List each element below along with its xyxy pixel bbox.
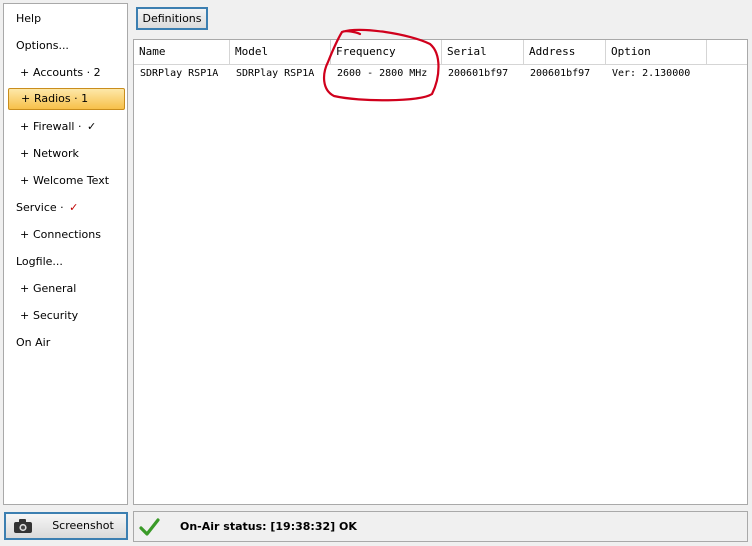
table-header: Name Model Frequency Serial Address Opti… <box>134 40 747 65</box>
sidebar-nav: Help Options... + Accounts · 2 + Radios · … <box>3 3 128 505</box>
column-header-option[interactable]: Option <box>606 40 707 64</box>
sidebar-item-label: Service · <box>16 201 68 214</box>
table-row[interactable]: SDRPlay RSP1A SDRPlay RSP1A 2600 - 2800 … <box>134 65 747 83</box>
sidebar-item-security[interactable]: + Security <box>8 305 125 327</box>
expand-plus-icon: + <box>21 92 31 105</box>
screenshot-button[interactable]: Screenshot <box>4 512 128 540</box>
sidebar-item-label: Welcome Text <box>33 174 110 187</box>
sidebar-item-options[interactable]: Options... <box>8 35 125 57</box>
sidebar-item-firewall[interactable]: + Firewall · ✓ <box>8 116 125 138</box>
cell-address: 200601bf97 <box>530 68 591 79</box>
screenshot-button-label: Screenshot <box>52 519 114 532</box>
expand-plus-icon: + <box>20 228 30 241</box>
sidebar-item-label: Logfile... <box>16 255 63 268</box>
column-header-serial[interactable]: Serial <box>442 40 524 64</box>
sidebar-item-logfile[interactable]: Logfile... <box>8 251 125 273</box>
check-icon: ✓ <box>69 201 79 214</box>
cell-model: SDRPlay RSP1A <box>236 68 315 79</box>
sidebar-item-help[interactable]: Help <box>8 8 125 30</box>
check-icon: ✓ <box>86 120 97 133</box>
status-bar: On-Air status: [19:38:32] OK <box>133 511 748 542</box>
cell-serial: 200601bf97 <box>448 68 509 79</box>
sidebar-item-label: General <box>33 282 77 295</box>
sidebar-item-label: Firewall · <box>33 120 85 133</box>
checkmark-icon <box>139 518 160 536</box>
column-header-name[interactable]: Name <box>134 40 230 64</box>
sidebar-item-label: Connections <box>33 228 101 241</box>
expand-plus-icon: + <box>20 120 30 133</box>
sidebar-item-service[interactable]: Service · ✓ <box>8 197 125 219</box>
expand-plus-icon: + <box>20 309 30 322</box>
expand-plus-icon: + <box>20 282 30 295</box>
sidebar-item-connections[interactable]: + Connections <box>8 224 125 246</box>
column-header-model[interactable]: Model <box>230 40 331 64</box>
cell-option: Ver: 2.130000 <box>612 68 691 79</box>
cell-frequency: 2600 - 2800 MHz <box>337 68 428 79</box>
expand-plus-icon: + <box>20 147 30 160</box>
sidebar-item-label: Help <box>16 12 42 25</box>
sidebar-item-label: On Air <box>16 336 51 349</box>
sidebar-item-radios[interactable]: + Radios · 1 <box>8 88 125 110</box>
sidebar-item-network[interactable]: + Network <box>8 143 125 165</box>
sidebar-item-label: Radios · 1 <box>34 92 89 105</box>
column-header-address[interactable]: Address <box>524 40 606 64</box>
sidebar-item-label: Accounts · 2 <box>33 66 101 79</box>
camera-icon <box>14 519 32 533</box>
sidebar-item-label: Security <box>33 309 79 322</box>
radios-table: Name Model Frequency Serial Address Opti… <box>133 39 748 505</box>
sidebar-item-label: Network <box>33 147 79 160</box>
expand-plus-icon: + <box>20 66 30 79</box>
definitions-button[interactable]: Definitions <box>136 7 208 30</box>
sidebar-item-on-air[interactable]: On Air <box>8 332 125 354</box>
sidebar-item-welcome-text[interactable]: + Welcome Text <box>8 170 125 192</box>
cell-name: SDRPlay RSP1A <box>140 68 219 79</box>
expand-plus-icon: + <box>20 174 30 187</box>
column-header-frequency[interactable]: Frequency <box>331 40 442 64</box>
on-air-status-text: On-Air status: [19:38:32] OK <box>180 520 357 533</box>
sidebar-item-accounts[interactable]: + Accounts · 2 <box>8 62 125 84</box>
sidebar-item-general[interactable]: + General <box>8 278 125 300</box>
sidebar-item-label: Options... <box>16 39 69 52</box>
